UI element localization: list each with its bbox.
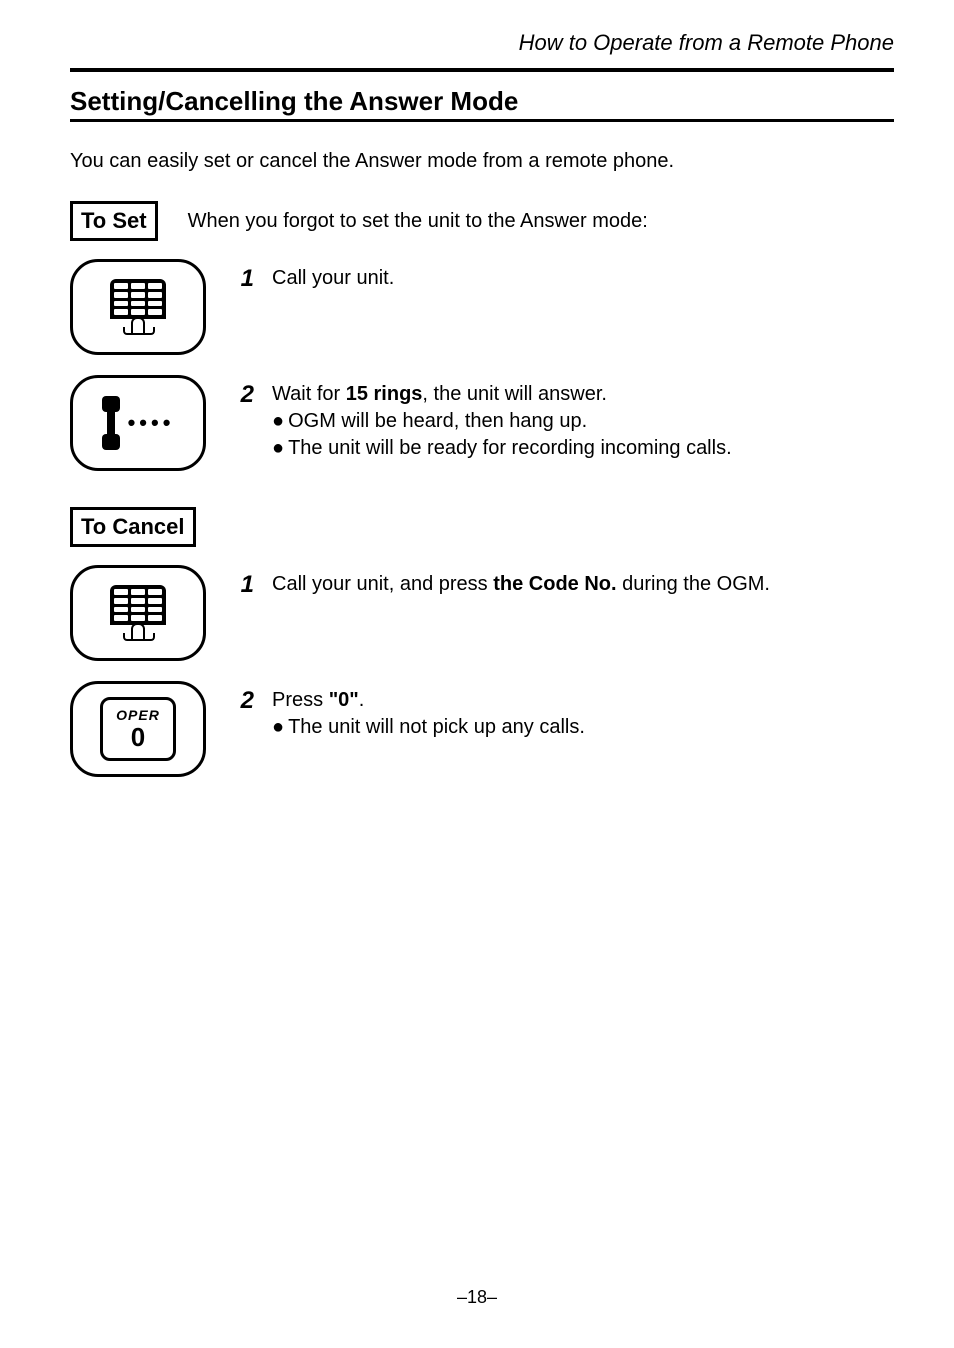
- to-cancel-step-2: OPER 0 2 Press "0". ●The unit will not p…: [70, 681, 894, 777]
- step-text: Call your unit.: [272, 259, 394, 292]
- title-underline: [70, 119, 894, 122]
- oper-label: OPER: [116, 708, 160, 722]
- text-fragment: Press: [272, 689, 329, 711]
- page-number: –18–: [0, 1287, 954, 1308]
- bullet-icon: ●: [272, 714, 284, 741]
- to-cancel-step-1: 1 Call your unit, and press the Code No.…: [70, 565, 894, 661]
- step-text: Press "0". ●The unit will not pick up an…: [272, 681, 585, 741]
- step-number: 1: [224, 259, 254, 293]
- text-fragment: , the unit will answer.: [422, 383, 607, 405]
- bold-fragment: the Code No.: [493, 573, 616, 595]
- oper-digit: 0: [131, 724, 145, 750]
- section-title: Setting/Cancelling the Answer Mode: [70, 86, 894, 117]
- to-set-description: When you forgot to set the unit to the A…: [188, 210, 648, 233]
- to-set-step-2: •••• 2 Wait for 15 rings, the unit will …: [70, 375, 894, 471]
- bullet-text: OGM will be heard, then hang up.: [288, 408, 587, 435]
- bullet-text: The unit will not pick up any calls.: [288, 714, 585, 741]
- top-rule: [70, 68, 894, 72]
- to-set-header-row: To Set When you forgot to set the unit t…: [70, 201, 894, 241]
- to-cancel-header-row: To Cancel: [70, 507, 894, 547]
- text-fragment: Wait for: [272, 383, 346, 405]
- oper-zero-key-icon: OPER 0: [70, 681, 206, 777]
- to-cancel-label: To Cancel: [70, 507, 196, 547]
- text-fragment: .: [359, 689, 365, 711]
- bold-fragment: 15 rings: [346, 383, 423, 405]
- handset-ringing-icon: ••••: [70, 375, 206, 471]
- bullet-icon: ●: [272, 408, 284, 435]
- step-number: 2: [224, 375, 254, 409]
- to-set-label: To Set: [70, 201, 158, 241]
- step-text: Call your unit, and press the Code No. d…: [272, 565, 770, 598]
- keypad-icon: [70, 259, 206, 355]
- to-set-step-1: 1 Call your unit.: [70, 259, 894, 355]
- bullet-icon: ●: [272, 435, 284, 462]
- text-fragment: during the OGM.: [617, 573, 770, 595]
- step-number: 1: [224, 565, 254, 599]
- keypad-icon: [70, 565, 206, 661]
- step-text: Wait for 15 rings, the unit will answer.…: [272, 375, 732, 462]
- running-header: How to Operate from a Remote Phone: [70, 30, 894, 56]
- bold-fragment: "0": [329, 689, 359, 711]
- step-number: 2: [224, 681, 254, 715]
- intro-text: You can easily set or cancel the Answer …: [70, 150, 894, 173]
- text-fragment: Call your unit, and press: [272, 573, 493, 595]
- bullet-text: The unit will be ready for recording inc…: [288, 435, 732, 462]
